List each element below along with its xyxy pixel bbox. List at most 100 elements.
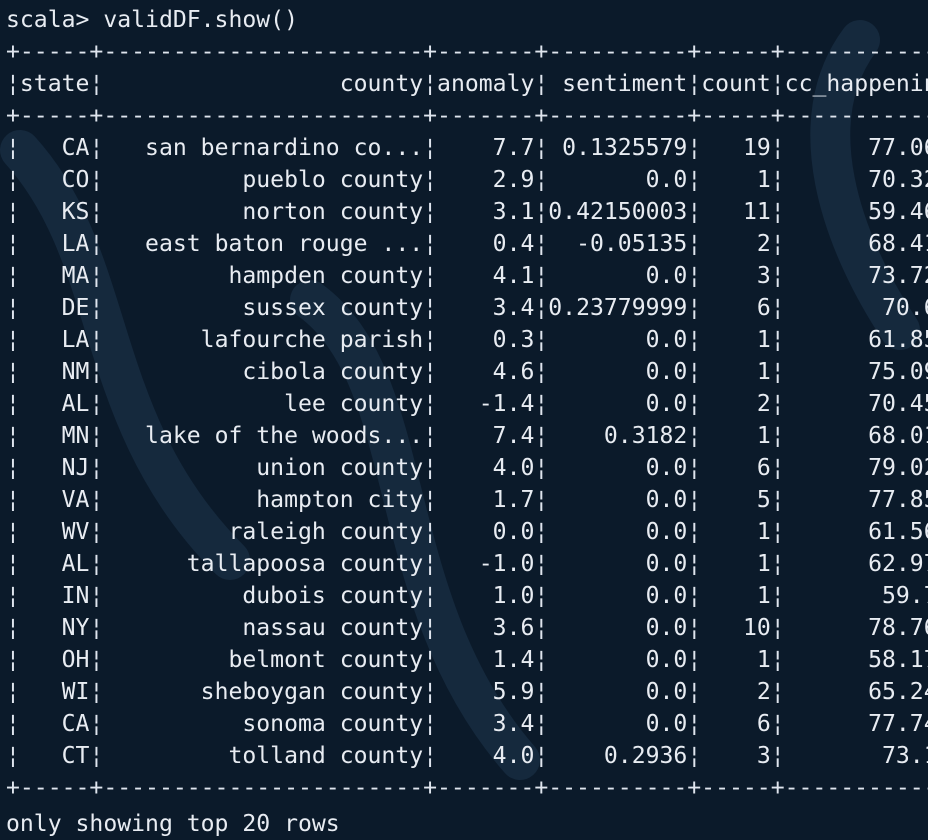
cell-anomaly: 4.0 [437,743,535,769]
cell-sentiment: 0.0 [548,263,688,289]
table-row: ¦ WV¦ raleigh county¦ 0.0¦ 0.0¦ 1¦ 61.56… [6,516,928,548]
cell-count: 1 [701,583,771,609]
cell-sentiment: 0.0 [548,519,688,545]
cell-cc_happening: 70.64 [881,295,928,321]
cell-state: AL [19,551,90,577]
cell-county: union county [103,455,424,481]
table-row: ¦ WI¦ sheboygan county¦ 5.9¦ 0.0¦ 2¦ 65.… [6,676,928,708]
command-text: validDF.show() [103,7,298,33]
cell-cc_happening: 61.569 [868,519,928,545]
cell-anomaly: 0.3 [437,327,535,353]
table-row: ¦ NY¦ nassau county¦ 3.6¦ 0.0¦ 10¦ 78.76… [6,612,928,644]
cell-sentiment: 0.0 [548,391,688,417]
cell-sentiment: 0.0 [548,615,688,641]
cell-state: WI [19,679,90,705]
cell-state: NM [19,359,90,385]
cell-state: NJ [19,455,90,481]
cell-county: sheboygan county [103,679,424,705]
cell-county: lafourche parish [103,327,424,353]
cell-anomaly: 1.4 [437,647,535,673]
table-row: ¦ NM¦ cibola county¦ 4.6¦ 0.0¦ 1¦ 75.097… [6,356,928,388]
cell-county: tallapoosa county [103,551,424,577]
cell-anomaly: 3.4 [437,711,535,737]
cell-state: MN [19,423,90,449]
cell-count: 1 [701,359,771,385]
cell-anomaly: 5.9 [437,679,535,705]
cell-cc_happening: 79.027 [868,455,928,481]
table-row: ¦ VA¦ hampton city¦ 1.7¦ 0.0¦ 5¦ 77.857¦ [6,484,928,516]
cell-state: DE [19,295,90,321]
cell-county: county [103,71,424,97]
cell-county: nassau county [103,615,424,641]
cell-cc_happening: 59.464 [868,199,928,225]
cell-sentiment: 0.0 [548,167,688,193]
cell-county: dubois county [103,583,424,609]
cell-state: MA [19,263,90,289]
table-row: ¦ DE¦ sussex county¦ 3.4¦0.23779999¦ 6¦ … [6,292,928,324]
cell-sentiment: 0.0 [548,583,688,609]
cell-cc_happening: 77.749 [868,711,928,737]
table-row: ¦ CT¦ tolland county¦ 4.0¦ 0.2936¦ 3¦ 73… [6,740,928,772]
cell-count: 6 [701,711,771,737]
cell-cc_happening: 58.178 [868,647,928,673]
cell-anomaly: 4.6 [437,359,535,385]
cell-count: 3 [701,743,771,769]
cell-sentiment: 0.0 [548,359,688,385]
cell-sentiment: 0.1325579 [548,135,688,161]
cell-state: state [19,71,90,97]
cell-anomaly: -1.4 [437,391,535,417]
cell-count: 2 [701,391,771,417]
cell-county: belmont county [103,647,424,673]
cell-cc_happening: 77.066 [868,135,928,161]
cell-state: CT [19,743,90,769]
cell-anomaly: 1.0 [437,583,535,609]
cell-state: IN [19,583,90,609]
table-row: ¦ MN¦ lake of the woods...¦ 7.4¦ 0.3182¦… [6,420,928,452]
cell-cc_happening: 70.322 [868,167,928,193]
cell-county: norton county [103,199,424,225]
cell-sentiment: 0.0 [548,455,688,481]
cell-anomaly: 7.4 [437,423,535,449]
cell-sentiment: 0.2936 [548,743,688,769]
cell-cc_happening: 77.857 [868,487,928,513]
cell-anomaly: anomaly [437,71,535,97]
cell-sentiment: 0.0 [548,487,688,513]
cell-count: 2 [701,679,771,705]
table-row: ¦ LA¦ lafourche parish¦ 0.3¦ 0.0¦ 1¦ 61.… [6,324,928,356]
cell-count: 1 [701,423,771,449]
cell-count: 1 [701,519,771,545]
cell-sentiment: 0.0 [548,647,688,673]
cell-cc_happening: 70.451 [868,391,928,417]
table-row: ¦ CA¦ san bernardino co...¦ 7.7¦ 0.13255… [6,132,928,164]
cell-cc_happening: 62.978 [868,551,928,577]
table-border-bottom: +-----+-----------------------+-------+-… [6,775,928,801]
cell-anomaly: 3.6 [437,615,535,641]
cell-county: pueblo county [103,167,424,193]
table-row: ¦ MA¦ hampden county¦ 4.1¦ 0.0¦ 3¦ 73.72… [6,260,928,292]
cell-cc_happening: 78.765 [868,615,928,641]
cell-anomaly: 0.4 [437,231,535,257]
table-row: ¦ AL¦ lee county¦ -1.4¦ 0.0¦ 2¦ 70.451¦ [6,388,928,420]
table-row: ¦ CO¦ pueblo county¦ 2.9¦ 0.0¦ 1¦ 70.322… [6,164,928,196]
terminal-window[interactable]: scala> validDF.show() +-----+-----------… [6,0,928,840]
table-row: ¦ CA¦ sonoma county¦ 3.4¦ 0.0¦ 6¦ 77.749… [6,708,928,740]
cell-count: 19 [701,135,771,161]
cell-county: hampden county [103,263,424,289]
cell-sentiment: 0.0 [548,679,688,705]
cell-sentiment: 0.3182 [548,423,688,449]
cell-state: WV [19,519,90,545]
cell-count: 1 [701,551,771,577]
cell-anomaly: 1.7 [437,487,535,513]
table-border-header: +-----+-----------------------+-------+-… [6,103,928,129]
cell-county: tolland county [103,743,424,769]
cell-count: 1 [701,167,771,193]
cell-cc_happening: 68.014 [868,423,928,449]
cell-state: LA [19,327,90,353]
table-row: ¦ KS¦ norton county¦ 3.1¦0.42150003¦ 11¦… [6,196,928,228]
cell-sentiment: 0.42150003 [548,199,688,225]
cell-cc_happening: 75.097 [868,359,928,385]
cell-anomaly: 4.1 [437,263,535,289]
cell-county: lee county [103,391,424,417]
cell-county: lake of the woods... [103,423,424,449]
cell-sentiment: 0.0 [548,551,688,577]
